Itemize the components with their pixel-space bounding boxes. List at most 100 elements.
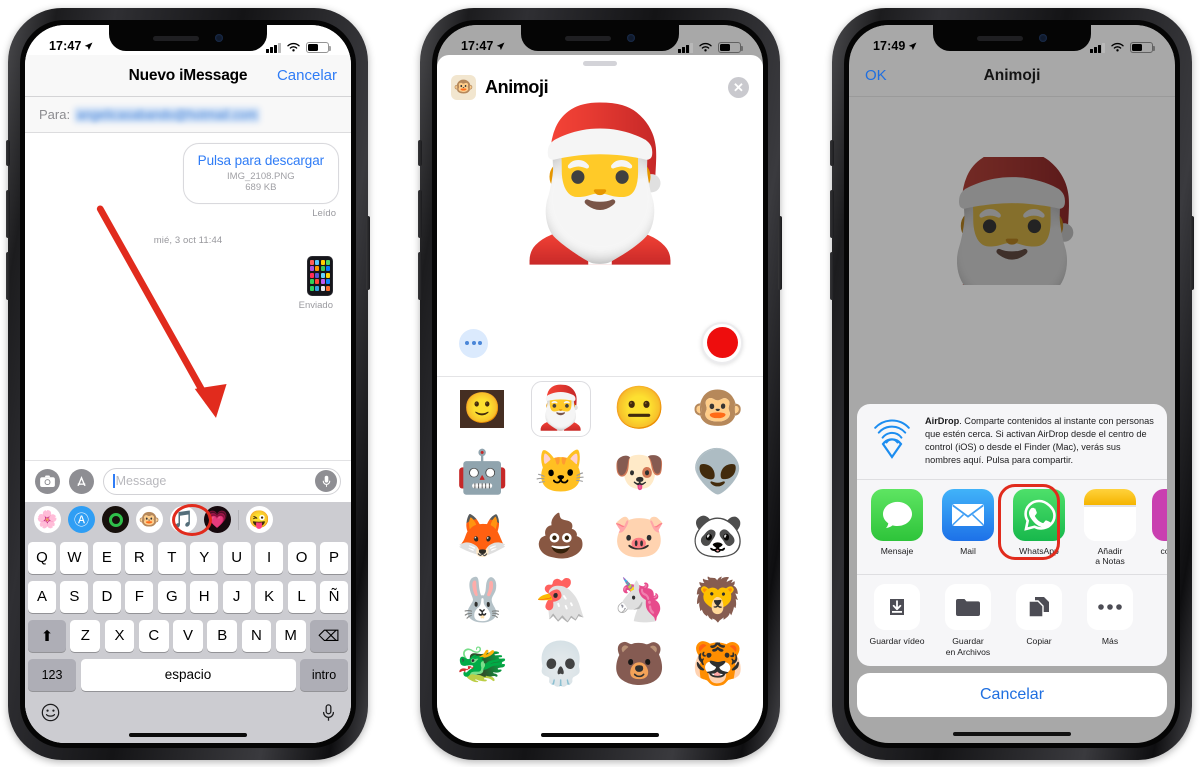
home-indicator[interactable] [541,732,659,737]
close-icon[interactable]: ✕ [728,76,749,98]
airdrop-section[interactable]: AirDrop. Comparte contenidos al instante… [857,404,1167,479]
emoji-keyboard-icon[interactable] [41,703,60,727]
list-item[interactable]: 😐 [600,377,679,441]
record-button[interactable] [701,321,743,364]
share-target-whatsapp[interactable]: WhatsApp [1010,488,1068,567]
key-v[interactable]: V [173,619,203,652]
volume-up-button[interactable] [830,190,834,238]
key-s[interactable]: S [60,580,89,613]
digital-touch-icon[interactable] [102,506,129,533]
power-button[interactable] [1190,216,1194,290]
key-k[interactable]: K [255,580,284,613]
key-m[interactable]: M [275,619,306,652]
action-more[interactable]: Más [1081,584,1139,657]
action-save-to-files[interactable]: Guardar en Archivos [939,584,997,657]
key-q[interactable]: Q [27,541,56,574]
key-enye[interactable]: Ñ [320,580,349,613]
key-c[interactable]: C [138,619,169,652]
key-w[interactable]: W [60,541,89,574]
volume-down-button[interactable] [830,252,834,300]
key-r[interactable]: R [125,541,154,574]
key-n[interactable]: N [241,619,272,652]
mute-switch[interactable] [830,140,834,166]
list-item[interactable]: 🙂 [443,377,522,441]
key-f[interactable]: F [125,580,154,613]
volume-down-button[interactable] [418,252,422,300]
share-target-more-partial[interactable]: co [1152,488,1167,567]
home-indicator[interactable] [129,732,247,737]
mute-switch[interactable] [418,140,422,166]
key-y[interactable]: Y [190,541,219,574]
share-target-notes[interactable]: Añadir a Notas [1081,488,1139,567]
app-store-drawer-icon[interactable]: Ⓐ [68,506,95,533]
key-a[interactable]: A [27,580,56,613]
key-j[interactable]: J [222,580,251,613]
key-x[interactable]: X [104,619,135,652]
list-item[interactable]: 🐼 [679,505,758,569]
download-link[interactable]: Pulsa para descargar [198,153,324,168]
action-copy[interactable]: Copiar [1010,584,1068,657]
key-z[interactable]: Z [70,619,101,652]
list-item[interactable]: 🐱 [522,441,601,505]
key-d[interactable]: D [92,580,121,613]
backspace-key[interactable]: ⌫ [310,619,349,652]
volume-up-button[interactable] [418,190,422,238]
list-item[interactable]: 🦁 [679,569,758,633]
list-item[interactable]: 🐲 [443,633,522,697]
power-button[interactable] [778,216,782,290]
key-t[interactable]: T [157,541,186,574]
list-item[interactable]: 🤖 [443,441,522,505]
photos-app-icon[interactable]: 🌸 [34,506,61,533]
action-save-video[interactable]: Guardar vídeo [868,584,926,657]
recipient-row[interactable]: Para: angelicasabando@hotmail.com [25,97,351,133]
hearts-sticker-icon[interactable]: 💗 [204,506,231,533]
music-app-icon[interactable]: 🎵 [170,506,197,533]
cancel-button[interactable]: Cancelar [857,673,1167,717]
list-item[interactable]: 🦄 [600,569,679,633]
enter-key[interactable]: intro [300,658,348,691]
message-input[interactable]: Message [103,467,341,495]
space-key[interactable]: espacio [80,658,296,691]
power-button[interactable] [366,216,370,290]
share-target-mail[interactable]: Mail [939,488,997,567]
more-options-icon[interactable] [459,328,488,358]
attachment-bubble[interactable]: Pulsa para descargar IMG_2108.PNG 689 KB [182,143,339,204]
share-target-messages[interactable]: Mensaje [868,488,926,567]
list-item[interactable]: 🎅 [522,377,601,441]
emoji-sticker-icon[interactable]: 😜 [246,506,273,533]
app-store-icon[interactable] [69,468,94,494]
mute-switch[interactable] [6,140,10,166]
ok-button[interactable]: OK [865,67,887,84]
key-l[interactable]: L [287,580,316,613]
list-item[interactable]: 👽 [679,441,758,505]
cancel-button[interactable]: Cancelar [277,67,337,84]
list-item[interactable]: 🐔 [522,569,601,633]
dictation-icon[interactable] [322,703,335,727]
key-o[interactable]: O [287,541,316,574]
list-item[interactable]: 🦊 [443,505,522,569]
key-h[interactable]: H [190,580,219,613]
list-item[interactable]: 💩 [522,505,601,569]
microphone-icon[interactable] [315,470,337,492]
key-i[interactable]: I [255,541,284,574]
key-u[interactable]: U [222,541,251,574]
volume-up-button[interactable] [6,190,10,238]
volume-down-button[interactable] [6,252,10,300]
list-item[interactable]: 💀 [522,633,601,697]
key-p[interactable]: P [320,541,349,574]
list-item[interactable]: 🐶 [600,441,679,505]
list-item[interactable]: 🐰 [443,569,522,633]
key-b[interactable]: B [207,619,238,652]
list-item[interactable]: 🐻 [600,633,679,697]
shift-key[interactable]: ⬆ [27,619,66,652]
key-g[interactable]: G [157,580,186,613]
key-e[interactable]: E [92,541,121,574]
home-indicator[interactable] [953,731,1071,736]
numbers-key[interactable]: 123 [28,658,76,691]
camera-icon[interactable] [35,468,60,494]
list-item[interactable]: 🐯 [679,633,758,697]
phone-preview-thumbnail[interactable] [307,256,333,296]
list-item[interactable]: 🐷 [600,505,679,569]
animoji-app-icon[interactable]: 🐵 [136,506,163,533]
list-item[interactable]: 🐵 [679,377,758,441]
